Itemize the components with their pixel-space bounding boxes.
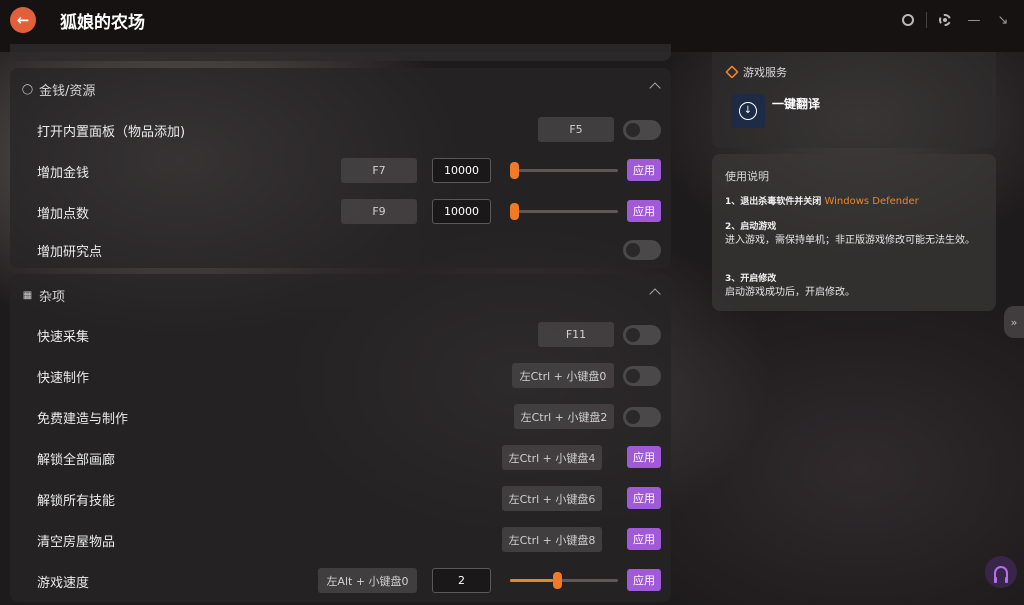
- row-label: 解锁所有技能: [37, 494, 116, 509]
- row-label: 快速采集: [37, 330, 90, 345]
- guide-step-1-label: 1、退出杀毒软件并关闭: [725, 197, 822, 207]
- guide-step-3-label: 3、开启修改: [725, 274, 777, 284]
- minimize-icon: —: [967, 12, 981, 28]
- row-label: 打开内置面板（物品添加): [37, 125, 186, 140]
- app-title: 狐娘的农场: [60, 13, 145, 33]
- toggle-switch[interactable]: [623, 240, 661, 260]
- windows-defender-text: Windows Defender: [824, 196, 919, 207]
- slider-thumb[interactable]: [510, 162, 519, 179]
- row-label: 增加研究点: [37, 245, 103, 260]
- back-arrow-icon: ←: [16, 10, 30, 29]
- value-input[interactable]: [432, 199, 491, 224]
- row-label: 游戏速度: [37, 576, 90, 591]
- toggle-switch[interactable]: [623, 325, 661, 345]
- usage-guide-title: 使用说明: [725, 170, 769, 183]
- apply-button[interactable]: 应用: [627, 569, 661, 591]
- collapse-button[interactable]: ↘: [995, 12, 1011, 28]
- row-free-build: 免费建造与制作 左Ctrl + 小键盘2: [10, 404, 671, 430]
- section-money-title: 金钱/资源: [39, 84, 96, 99]
- row-label: 快速制作: [37, 371, 90, 386]
- section-misc-title: 杂项: [39, 290, 66, 305]
- game-service-panel: 游戏服务 ↓ 一键翻译: [712, 52, 996, 148]
- collapse-icon: ↘: [997, 12, 1009, 28]
- chevron-up-icon[interactable]: [649, 288, 661, 300]
- translate-button[interactable]: ↓: [731, 94, 765, 128]
- game-service-title: 游戏服务: [743, 66, 787, 79]
- section-misc: ▦ 杂项 快速采集 F11 快速制作 左Ctrl + 小键盘0 免费建造与制作 …: [10, 274, 671, 602]
- support-button[interactable]: [985, 556, 1017, 588]
- apply-button[interactable]: 应用: [627, 159, 661, 181]
- game-service-header: 游戏服务: [725, 64, 787, 80]
- avatar-icon: [902, 14, 914, 26]
- row-add-money: 增加金钱 F7 应用: [10, 158, 671, 184]
- hotkey-button[interactable]: F9: [341, 199, 417, 224]
- hotkey-button[interactable]: 左Alt + 小键盘0: [318, 568, 417, 593]
- settings-button[interactable]: [937, 12, 953, 28]
- row-unlock-skills: 解锁所有技能 左Ctrl + 小键盘6 应用: [10, 486, 671, 512]
- money-bag-icon: ◯: [21, 84, 34, 95]
- download-icon: ↓: [739, 102, 757, 120]
- toggle-switch[interactable]: [623, 120, 661, 140]
- guide-step-2: 2、启动游戏 进入游戏，需保持单机；非正版游戏修改可能无法生效。: [725, 221, 987, 247]
- avatar-button[interactable]: [900, 12, 916, 28]
- hotkey-button[interactable]: 左Ctrl + 小键盘8: [502, 527, 602, 552]
- translate-label[interactable]: 一键翻译: [772, 95, 820, 112]
- row-clear-house: 清空房屋物品 左Ctrl + 小键盘8 应用: [10, 527, 671, 553]
- row-label: 清空房屋物品: [37, 535, 116, 550]
- value-input[interactable]: [432, 568, 491, 593]
- toggle-switch[interactable]: [623, 407, 661, 427]
- apply-button[interactable]: 应用: [627, 528, 661, 550]
- guide-step-2-label: 2、启动游戏: [725, 222, 777, 232]
- apply-button[interactable]: 应用: [627, 446, 661, 468]
- apply-button[interactable]: 应用: [627, 200, 661, 222]
- slider-fill: [510, 579, 554, 582]
- row-unlock-gallery: 解锁全部画廊 左Ctrl + 小键盘4 应用: [10, 445, 671, 471]
- apply-button[interactable]: 应用: [627, 487, 661, 509]
- hotkey-button[interactable]: 左Ctrl + 小键盘0: [512, 363, 614, 388]
- row-label: 免费建造与制作: [37, 412, 129, 427]
- minimize-button[interactable]: —: [966, 12, 982, 28]
- row-add-points: 增加点数 F9 应用: [10, 199, 671, 225]
- slider-thumb[interactable]: [553, 572, 563, 589]
- guide-step-2-text: 进入游戏，需保持单机；非正版游戏修改可能无法生效。: [725, 235, 975, 246]
- hotkey-button[interactable]: 左Ctrl + 小键盘6: [502, 486, 602, 511]
- hotkey-button[interactable]: 左Ctrl + 小键盘4: [502, 445, 602, 470]
- expand-panel-button[interactable]: »: [1004, 306, 1024, 338]
- row-open-panel: 打开内置面板（物品添加) F5: [10, 117, 671, 143]
- row-label: 增加金钱: [37, 166, 90, 181]
- headset-icon: [994, 566, 1008, 583]
- section-money: ◯ 金钱/资源 打开内置面板（物品添加) F5 增加金钱 F7 应用 增加点数 …: [10, 68, 671, 268]
- value-slider[interactable]: [510, 162, 618, 179]
- hotkey-button[interactable]: F11: [538, 322, 614, 347]
- row-fast-gather: 快速采集 F11: [10, 322, 671, 348]
- section-misc-header[interactable]: ▦ 杂项: [22, 286, 65, 305]
- row-label: 增加点数: [37, 207, 90, 222]
- toggle-switch[interactable]: [623, 366, 661, 386]
- back-button[interactable]: ←: [10, 7, 36, 33]
- row-fast-craft: 快速制作 左Ctrl + 小键盘0: [10, 363, 671, 389]
- double-chevron-right-icon: »: [1010, 315, 1018, 329]
- value-input[interactable]: [432, 158, 491, 183]
- section-money-header[interactable]: ◯ 金钱/资源: [22, 80, 95, 99]
- title-divider: [926, 12, 927, 28]
- row-game-speed: 游戏速度 左Alt + 小键盘0 应用: [10, 568, 671, 594]
- usage-guide-panel: 使用说明 1、退出杀毒软件并关闭 Windows Defender 2、启动游戏…: [712, 154, 996, 311]
- settings-icon: [939, 14, 951, 26]
- chevron-up-icon[interactable]: [649, 82, 661, 94]
- row-label: 解锁全部画廊: [37, 453, 116, 468]
- box-icon: [725, 65, 739, 79]
- hotkey-button[interactable]: F7: [341, 158, 417, 183]
- previous-section-edge: [10, 44, 671, 61]
- hotkey-button[interactable]: F5: [538, 117, 614, 142]
- guide-step-3: 3、开启修改 启动游戏成功后，开启修改。: [725, 273, 987, 299]
- value-slider[interactable]: [510, 572, 618, 589]
- hotkey-button[interactable]: 左Ctrl + 小键盘2: [514, 404, 614, 429]
- row-add-research: 增加研究点: [10, 237, 671, 263]
- slider-thumb[interactable]: [510, 203, 519, 220]
- guide-step-3-text: 启动游戏成功后，开启修改。: [725, 287, 855, 298]
- grid-icon: ▦: [22, 290, 33, 301]
- guide-step-1: 1、退出杀毒软件并关闭 Windows Defender: [725, 195, 987, 209]
- value-slider[interactable]: [510, 203, 618, 220]
